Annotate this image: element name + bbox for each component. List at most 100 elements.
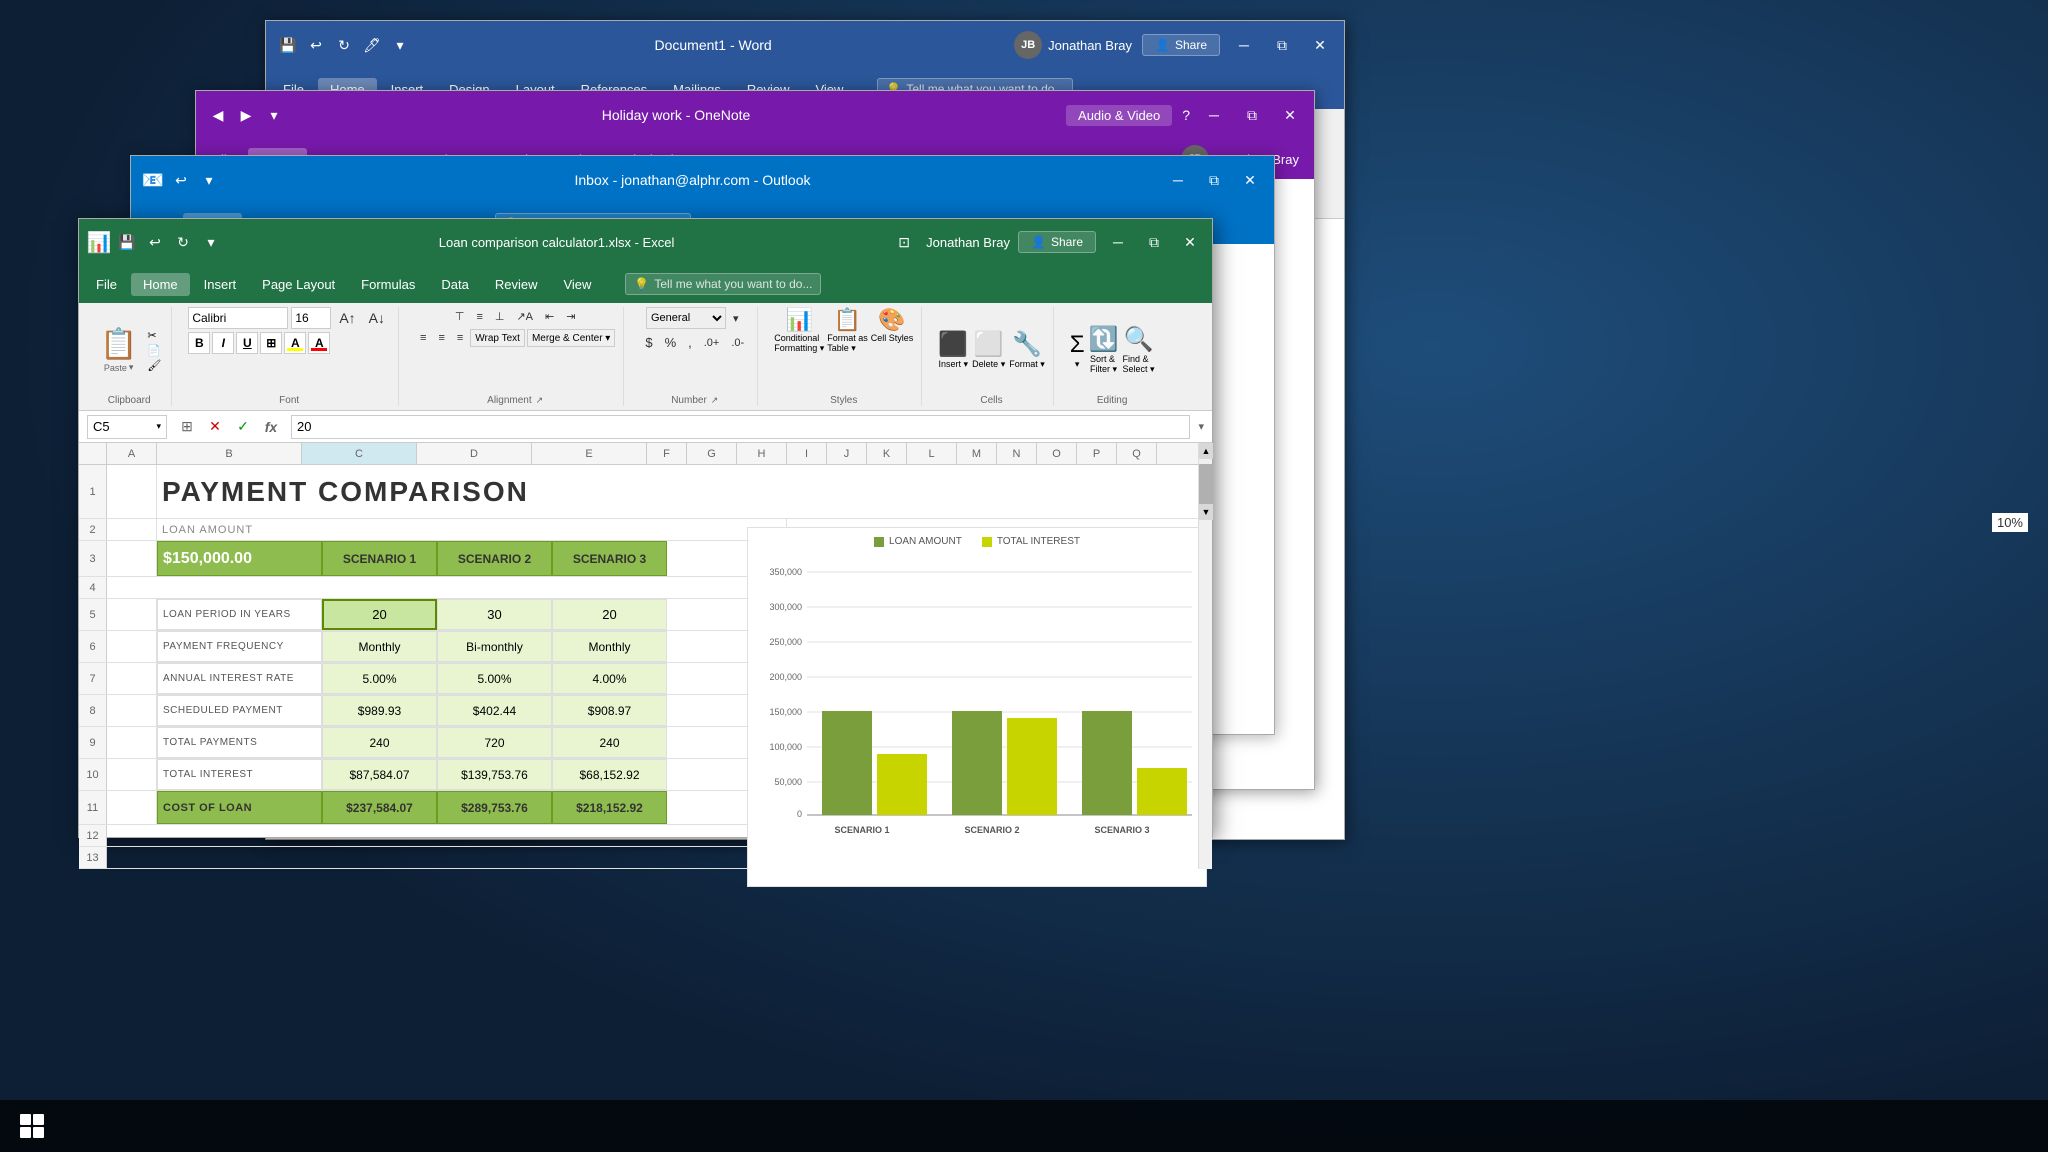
excel-menu-file[interactable]: File — [84, 273, 129, 296]
col-header-l[interactable]: L — [907, 443, 957, 464]
cell-s1-scheduled[interactable]: $989.93 — [322, 695, 437, 726]
cell-s1-annual-rate[interactable]: 5.00% — [322, 663, 437, 694]
cell-a11[interactable] — [107, 791, 157, 824]
underline-btn[interactable]: U — [236, 332, 258, 354]
outlook-minimize-btn[interactable]: ─ — [1164, 169, 1192, 191]
align-right-btn[interactable]: ≡ — [452, 329, 468, 347]
col-header-c[interactable]: C — [302, 443, 417, 464]
col-header-k[interactable]: K — [867, 443, 907, 464]
cell-s2-scheduled[interactable]: $402.44 — [437, 695, 552, 726]
cell-a7[interactable] — [107, 663, 157, 694]
comma-btn[interactable]: , — [683, 332, 697, 353]
cell-a8[interactable] — [107, 695, 157, 726]
excel-menu-page-layout[interactable]: Page Layout — [250, 273, 347, 296]
cell-s3-scheduled[interactable]: $908.97 — [552, 695, 667, 726]
align-center-btn[interactable]: ≡ — [433, 329, 449, 347]
outlook-close-btn[interactable]: ✕ — [1236, 169, 1264, 191]
col-header-i[interactable]: I — [787, 443, 827, 464]
cell-label-total-interest[interactable]: TOTAL INTEREST — [157, 759, 322, 790]
excel-redo-btn[interactable]: ↻ — [171, 230, 195, 254]
cell-label-scheduled-payment[interactable]: SCHEDULED PAYMENT — [157, 695, 322, 726]
cell-s2-total-payments[interactable]: 720 — [437, 727, 552, 758]
excel-qat-more[interactable]: ▾ — [199, 230, 223, 254]
excel-restore-btn[interactable]: ⧉ — [1140, 231, 1168, 253]
align-top-btn[interactable]: ⊤ — [450, 307, 470, 326]
excel-tell-me[interactable]: 💡 Tell me what you want to do... — [625, 273, 821, 295]
cell-s2-payment-freq[interactable]: Bi-monthly — [437, 631, 552, 662]
copy-btn[interactable]: 📄 — [147, 344, 161, 357]
bold-btn[interactable]: B — [188, 332, 210, 354]
cell-label-total-payments[interactable]: TOTAL PAYMENTS — [157, 727, 322, 758]
number-format-dropdown[interactable]: ▾ — [728, 309, 744, 328]
outlook-restore-btn[interactable]: ⧉ — [1200, 169, 1228, 191]
onenote-forward-btn[interactable]: ▶ — [234, 103, 258, 127]
font-grow-btn[interactable]: A↑ — [334, 307, 360, 329]
align-middle-btn[interactable]: ≡ — [471, 307, 487, 326]
cell-label-payment-freq[interactable]: PAYMENT FREQUENCY — [157, 631, 322, 662]
cell-s3-payment-freq[interactable]: Monthly — [552, 631, 667, 662]
word-minimize-btn[interactable]: ─ — [1230, 34, 1258, 56]
fill-color-btn[interactable]: A — [284, 332, 306, 354]
col-header-g[interactable]: G — [687, 443, 737, 464]
scroll-down-btn[interactable]: ▼ — [1199, 504, 1213, 520]
formula-confirm-btn[interactable]: ✓ — [231, 415, 255, 439]
cell-a2[interactable] — [107, 519, 157, 540]
conditional-formatting-btn[interactable]: 📊 ConditionalFormatting ▾ — [774, 307, 824, 354]
excel-share-btn[interactable]: 👤 Share — [1018, 231, 1096, 253]
outlook-undo-btn[interactable]: ↩ — [169, 168, 193, 192]
excel-undo-btn[interactable]: ↩ — [143, 230, 167, 254]
cell-b2[interactable]: LOAN AMOUNT — [157, 519, 787, 540]
cell-label-annual-rate[interactable]: ANNUAL INTEREST RATE — [157, 663, 322, 694]
col-header-j[interactable]: J — [827, 443, 867, 464]
indent-inc-btn[interactable]: ⇥ — [561, 307, 580, 326]
col-header-f[interactable]: F — [647, 443, 687, 464]
find-select-btn[interactable]: 🔍 Find &Select ▾ — [1122, 325, 1154, 375]
dollar-btn[interactable]: $ — [640, 332, 657, 353]
formula-input[interactable]: 20 — [291, 415, 1190, 439]
onenote-qat-more[interactable]: ▾ — [262, 103, 286, 127]
sum-btn[interactable]: Σ ▾ — [1070, 331, 1085, 370]
col-header-p[interactable]: P — [1077, 443, 1117, 464]
outlook-qat-more[interactable]: ▾ — [197, 168, 221, 192]
dec-increase-btn[interactable]: .0+ — [699, 332, 725, 353]
cell-label-cost-of-loan[interactable]: COST OF LOAN — [157, 791, 322, 824]
delete-btn[interactable]: ⬜ Delete ▾ — [972, 330, 1005, 370]
cell-a3[interactable] — [107, 541, 157, 576]
cell-s1-total-payments[interactable]: 240 — [322, 727, 437, 758]
excel-menu-review[interactable]: Review — [483, 273, 550, 296]
number-dialog-launcher[interactable]: ↗ — [711, 395, 719, 406]
font-name-input[interactable] — [188, 307, 288, 329]
cell-s1-total-interest[interactable]: $87,584.07 — [322, 759, 437, 790]
align-bottom-btn[interactable]: ⊥ — [490, 307, 510, 326]
cell-s2-annual-rate[interactable]: 5.00% — [437, 663, 552, 694]
font-color-btn[interactable]: A — [308, 332, 330, 354]
name-box-dropdown[interactable]: ▾ — [156, 421, 161, 432]
word-qat-dropdown[interactable]: ▾ — [388, 33, 412, 57]
font-shrink-btn[interactable]: A↓ — [364, 307, 390, 329]
format-btn[interactable]: 🔧 Format ▾ — [1009, 330, 1045, 370]
italic-btn[interactable]: I — [212, 332, 234, 354]
col-header-q[interactable]: Q — [1117, 443, 1157, 464]
number-format-select[interactable]: General Number Currency Percentage — [646, 307, 726, 329]
dec-decrease-btn[interactable]: .0- — [726, 332, 749, 353]
vertical-scrollbar[interactable]: ▲ ▼ — [1198, 443, 1212, 869]
word-share-btn[interactable]: 👤 Share — [1142, 34, 1220, 56]
cell-scenario3-header[interactable]: SCENARIO 3 — [552, 541, 667, 576]
excel-menu-formulas[interactable]: Formulas — [349, 273, 427, 296]
col-header-o[interactable]: O — [1037, 443, 1077, 464]
word-close-btn[interactable]: ✕ — [1306, 34, 1334, 56]
cell-a1[interactable] — [107, 465, 157, 518]
cell-s1-cost-of-loan[interactable]: $237,584.07 — [322, 791, 437, 824]
cell-s2-total-interest[interactable]: $139,753.76 — [437, 759, 552, 790]
merge-center-btn[interactable]: Merge & Center ▾ — [527, 329, 615, 347]
cell-a6[interactable] — [107, 631, 157, 662]
font-size-input[interactable] — [291, 307, 331, 329]
excel-save-btn[interactable]: 💾 — [115, 230, 139, 254]
formula-bar-expand-btn[interactable]: ▾ — [1198, 420, 1204, 433]
formula-cancel-btn[interactable]: ✕ — [203, 415, 227, 439]
excel-minimize-btn[interactable]: ─ — [1104, 231, 1132, 253]
excel-expand-btn[interactable]: ⊡ — [890, 231, 918, 253]
word-restore-btn[interactable]: ⧉ — [1268, 34, 1296, 56]
formula-fx-btn[interactable]: fx — [259, 415, 283, 439]
scroll-up-btn[interactable]: ▲ — [1199, 443, 1213, 459]
